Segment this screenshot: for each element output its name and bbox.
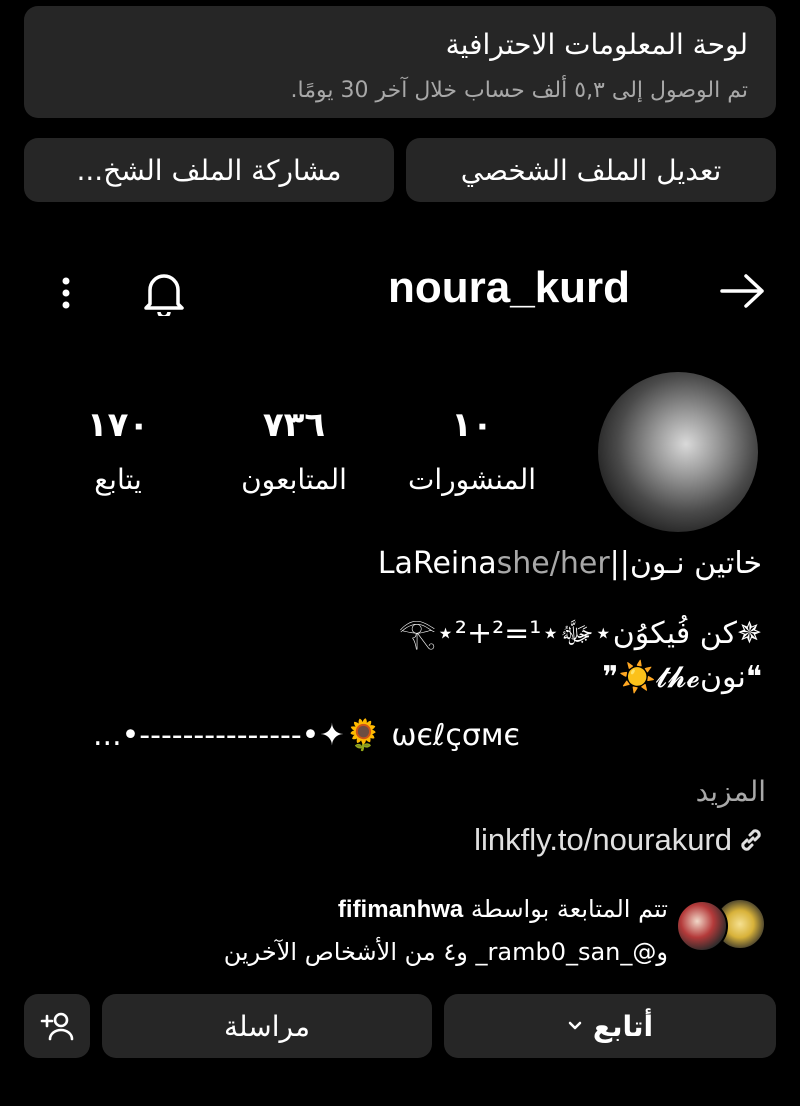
more-vertical-icon[interactable] bbox=[46, 269, 86, 317]
bio-line-4: ...•---------------•✦🌻 ωєℓçσмє bbox=[93, 718, 520, 753]
bio-line-3: ❝نون𝓽𝓱𝓮☀️❞ bbox=[602, 660, 762, 695]
edit-profile-button[interactable]: تعديل الملف الشخصي bbox=[406, 138, 776, 202]
mutual-followers-avatars[interactable] bbox=[676, 898, 766, 954]
link-text: linkfly.to/nourakurd bbox=[474, 822, 732, 857]
mutual-avatar bbox=[676, 900, 728, 952]
posts-count: ١٠ bbox=[451, 405, 493, 445]
chevron-down-icon bbox=[568, 1021, 582, 1030]
arrow-right-icon[interactable] bbox=[712, 265, 772, 317]
followed-by-text[interactable]: تتم المتابعة بواسطة fifimanhwa و@_ramb0_… bbox=[224, 888, 668, 973]
bio-more-link[interactable]: المزيد bbox=[696, 775, 766, 808]
followers-count: ٧٣٦ bbox=[262, 405, 326, 445]
following-label: يتابع bbox=[94, 463, 142, 496]
share-profile-button[interactable]: مشاركة الملف الشخ... bbox=[24, 138, 394, 202]
bio-line-2: ✵كن فُيكوُن⋆ﷻ⋆¹=²+²⋆𓂀 bbox=[398, 616, 762, 651]
professional-dashboard-card[interactable]: لوحة المعلومات الاحترافية تم الوصول إلى … bbox=[24, 6, 776, 118]
profile-avatar[interactable] bbox=[598, 372, 758, 532]
dashboard-subtitle: تم الوصول إلى ٥,٣ ألف حساب خلال آخر 30 ي… bbox=[290, 78, 748, 103]
profile-external-link[interactable]: linkfly.to/nourakurd bbox=[474, 822, 766, 858]
posts-label: المنشورات bbox=[407, 463, 537, 496]
dashboard-title: لوحة المعلومات الاحترافية bbox=[445, 28, 748, 61]
followed-by-prefix: تتم المتابعة بواسطة bbox=[470, 895, 668, 923]
bell-icon[interactable] bbox=[136, 265, 192, 321]
link-icon bbox=[741, 829, 761, 851]
follow-button[interactable]: أتابع bbox=[444, 994, 776, 1058]
followed-by-user: fifimanhwa bbox=[337, 896, 464, 923]
posts-stat[interactable]: ١٠ المنشورات bbox=[382, 405, 562, 496]
bio-pronouns: she/her bbox=[496, 546, 610, 581]
profile-header: noura_kurd bbox=[0, 255, 800, 327]
profile-username: noura_kurd bbox=[388, 263, 631, 312]
followed-by-others: و@_ramb0_san_ و٤ من الأشخاص الآخرين bbox=[223, 938, 668, 966]
following-count: ١٧٠ bbox=[86, 405, 150, 445]
add-user-icon bbox=[40, 1012, 74, 1041]
message-button[interactable]: مراسلة bbox=[102, 994, 432, 1058]
bio-line-name: خاتين نـون||LaReinashe/her bbox=[378, 546, 762, 581]
add-user-button[interactable] bbox=[24, 994, 90, 1058]
followers-label: المتابعون bbox=[241, 463, 347, 496]
followers-stat[interactable]: ٧٣٦ المتابعون bbox=[204, 405, 384, 496]
follow-label: أتابع bbox=[592, 1009, 654, 1043]
following-stat[interactable]: ١٧٠ يتابع bbox=[28, 405, 208, 496]
